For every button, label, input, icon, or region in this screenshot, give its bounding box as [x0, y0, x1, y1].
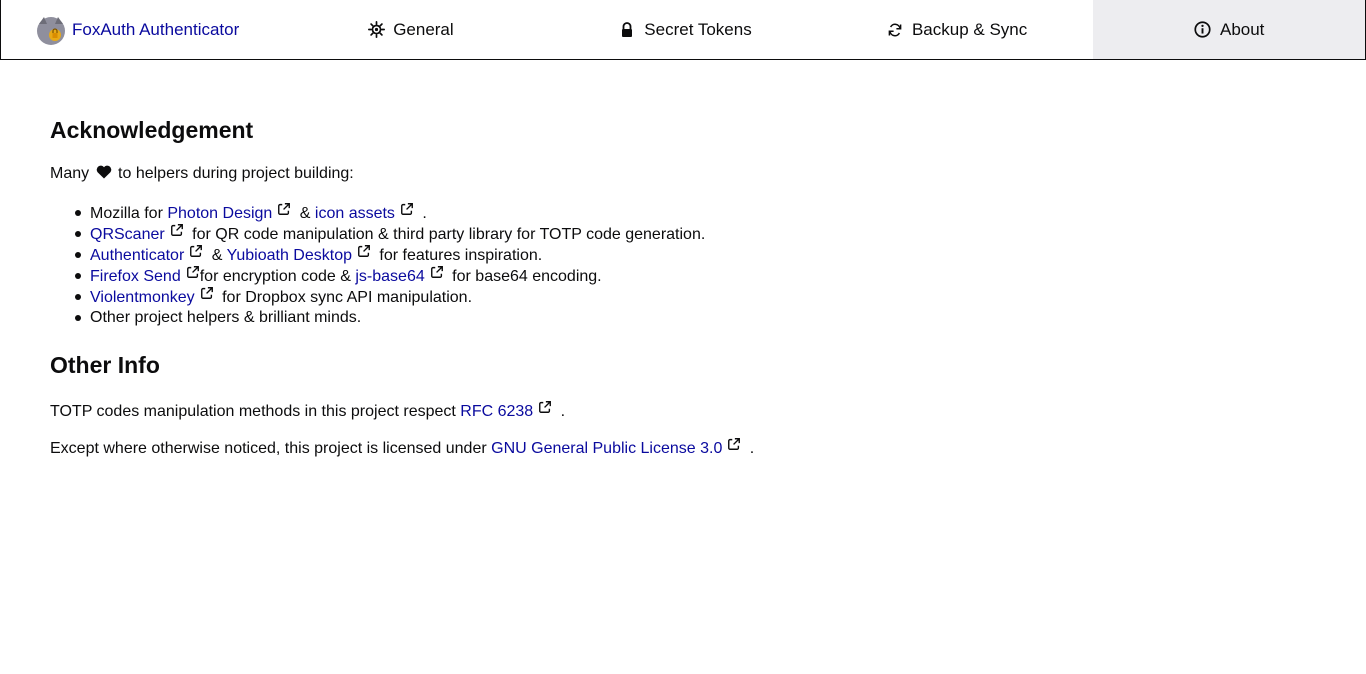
intro-text-after: to helpers during project building:: [118, 165, 354, 182]
tab-backup-sync-label: Backup & Sync: [911, 19, 1028, 39]
brand-link[interactable]: FoxAuth Authenticator: [1, 0, 271, 59]
top-navigation: FoxAuth Authenticator General Secret Tok…: [0, 0, 1366, 60]
foxauth-logo-icon: [36, 15, 66, 45]
rfc-text-end: .: [556, 403, 566, 420]
other-info-heading: Other Info: [50, 352, 160, 378]
external-link-icon: [430, 265, 444, 279]
list-item: Mozilla for Photon Design & icon assets …: [50, 202, 705, 223]
authenticator-link[interactable]: Authenticator: [90, 247, 184, 264]
external-link-icon: [400, 202, 414, 216]
brand-name: FoxAuth Authenticator: [72, 19, 240, 39]
intro-text-before: Many: [50, 165, 90, 182]
gpl-license-link[interactable]: GNU General Public License 3.0: [491, 440, 722, 457]
tab-about-label: About: [1219, 19, 1265, 39]
icon-assets-link[interactable]: icon assets: [315, 205, 395, 222]
js-base64-link[interactable]: js-base64: [355, 268, 424, 285]
list-item-text: &: [295, 205, 315, 222]
list-item-text: Mozilla for: [90, 205, 168, 222]
info-icon: [1194, 21, 1212, 39]
external-link-icon: [538, 400, 552, 414]
rfc-text: TOTP codes manipulation methods in this …: [50, 403, 461, 420]
external-link-icon: [189, 244, 203, 258]
violentmonkey-link[interactable]: Violentmonkey: [90, 289, 195, 306]
list-item-text: for QR code manipulation & third party l…: [187, 226, 706, 243]
license-text: Except where otherwise noticed, this pro…: [50, 440, 492, 457]
acknowledgement-heading: Acknowledgement: [50, 117, 254, 143]
list-item-text: &: [207, 247, 227, 264]
photon-design-link[interactable]: Photon Design: [167, 205, 272, 222]
list-item-text: for encryption code &: [199, 268, 356, 285]
external-link-icon: [186, 265, 200, 279]
rfc-6238-link[interactable]: RFC 6238: [460, 403, 533, 420]
list-item-text: for base64 encoding.: [447, 268, 602, 285]
list-item-text: Other project helpers & brilliant minds.: [90, 309, 362, 326]
sync-icon: [886, 21, 904, 39]
helpers-list: Mozilla for Photon Design & icon assets …: [50, 202, 705, 328]
external-link-icon: [357, 244, 371, 258]
external-link-icon: [170, 223, 184, 237]
gear-icon: [367, 21, 385, 39]
tab-about[interactable]: About: [1093, 0, 1365, 59]
list-item: Firefox Send for encryption code & js-bas…: [50, 265, 705, 286]
acknowledgement-intro: Many to helpers during project building:: [50, 165, 354, 183]
list-item-text: for Dropbox sync API manipulation.: [217, 289, 473, 306]
tab-backup-sync[interactable]: Backup & Sync: [820, 0, 1094, 59]
list-item-text: for features inspiration.: [374, 247, 543, 264]
list-item: Other project helpers & brilliant minds.: [50, 307, 705, 328]
external-link-icon: [727, 437, 741, 451]
qrscaner-link[interactable]: QRScaner: [90, 226, 165, 243]
list-item: Authenticator & Yubioath Desktop for fea…: [50, 244, 705, 265]
lock-icon: [618, 21, 636, 39]
license-paragraph: Except where otherwise noticed, this pro…: [50, 437, 754, 458]
tab-general[interactable]: General: [271, 0, 551, 59]
list-item: Violentmonkey for Dropbox sync API manip…: [50, 286, 705, 307]
list-item-text: .: [417, 205, 427, 222]
external-link-icon: [200, 286, 214, 300]
external-link-icon: [277, 202, 291, 216]
tab-secret-tokens-label: Secret Tokens: [644, 19, 752, 39]
yubioath-desktop-link[interactable]: Yubioath Desktop: [227, 247, 352, 264]
tab-secret-tokens[interactable]: Secret Tokens: [550, 0, 820, 59]
firefox-send-link[interactable]: Firefox Send: [90, 268, 181, 285]
rfc-paragraph: TOTP codes manipulation methods in this …: [50, 400, 565, 421]
license-text-end: .: [745, 440, 755, 457]
list-item: QRScaner for QR code manipulation & thir…: [50, 223, 705, 244]
tab-general-label: General: [393, 19, 454, 39]
heart-icon: [96, 165, 112, 179]
